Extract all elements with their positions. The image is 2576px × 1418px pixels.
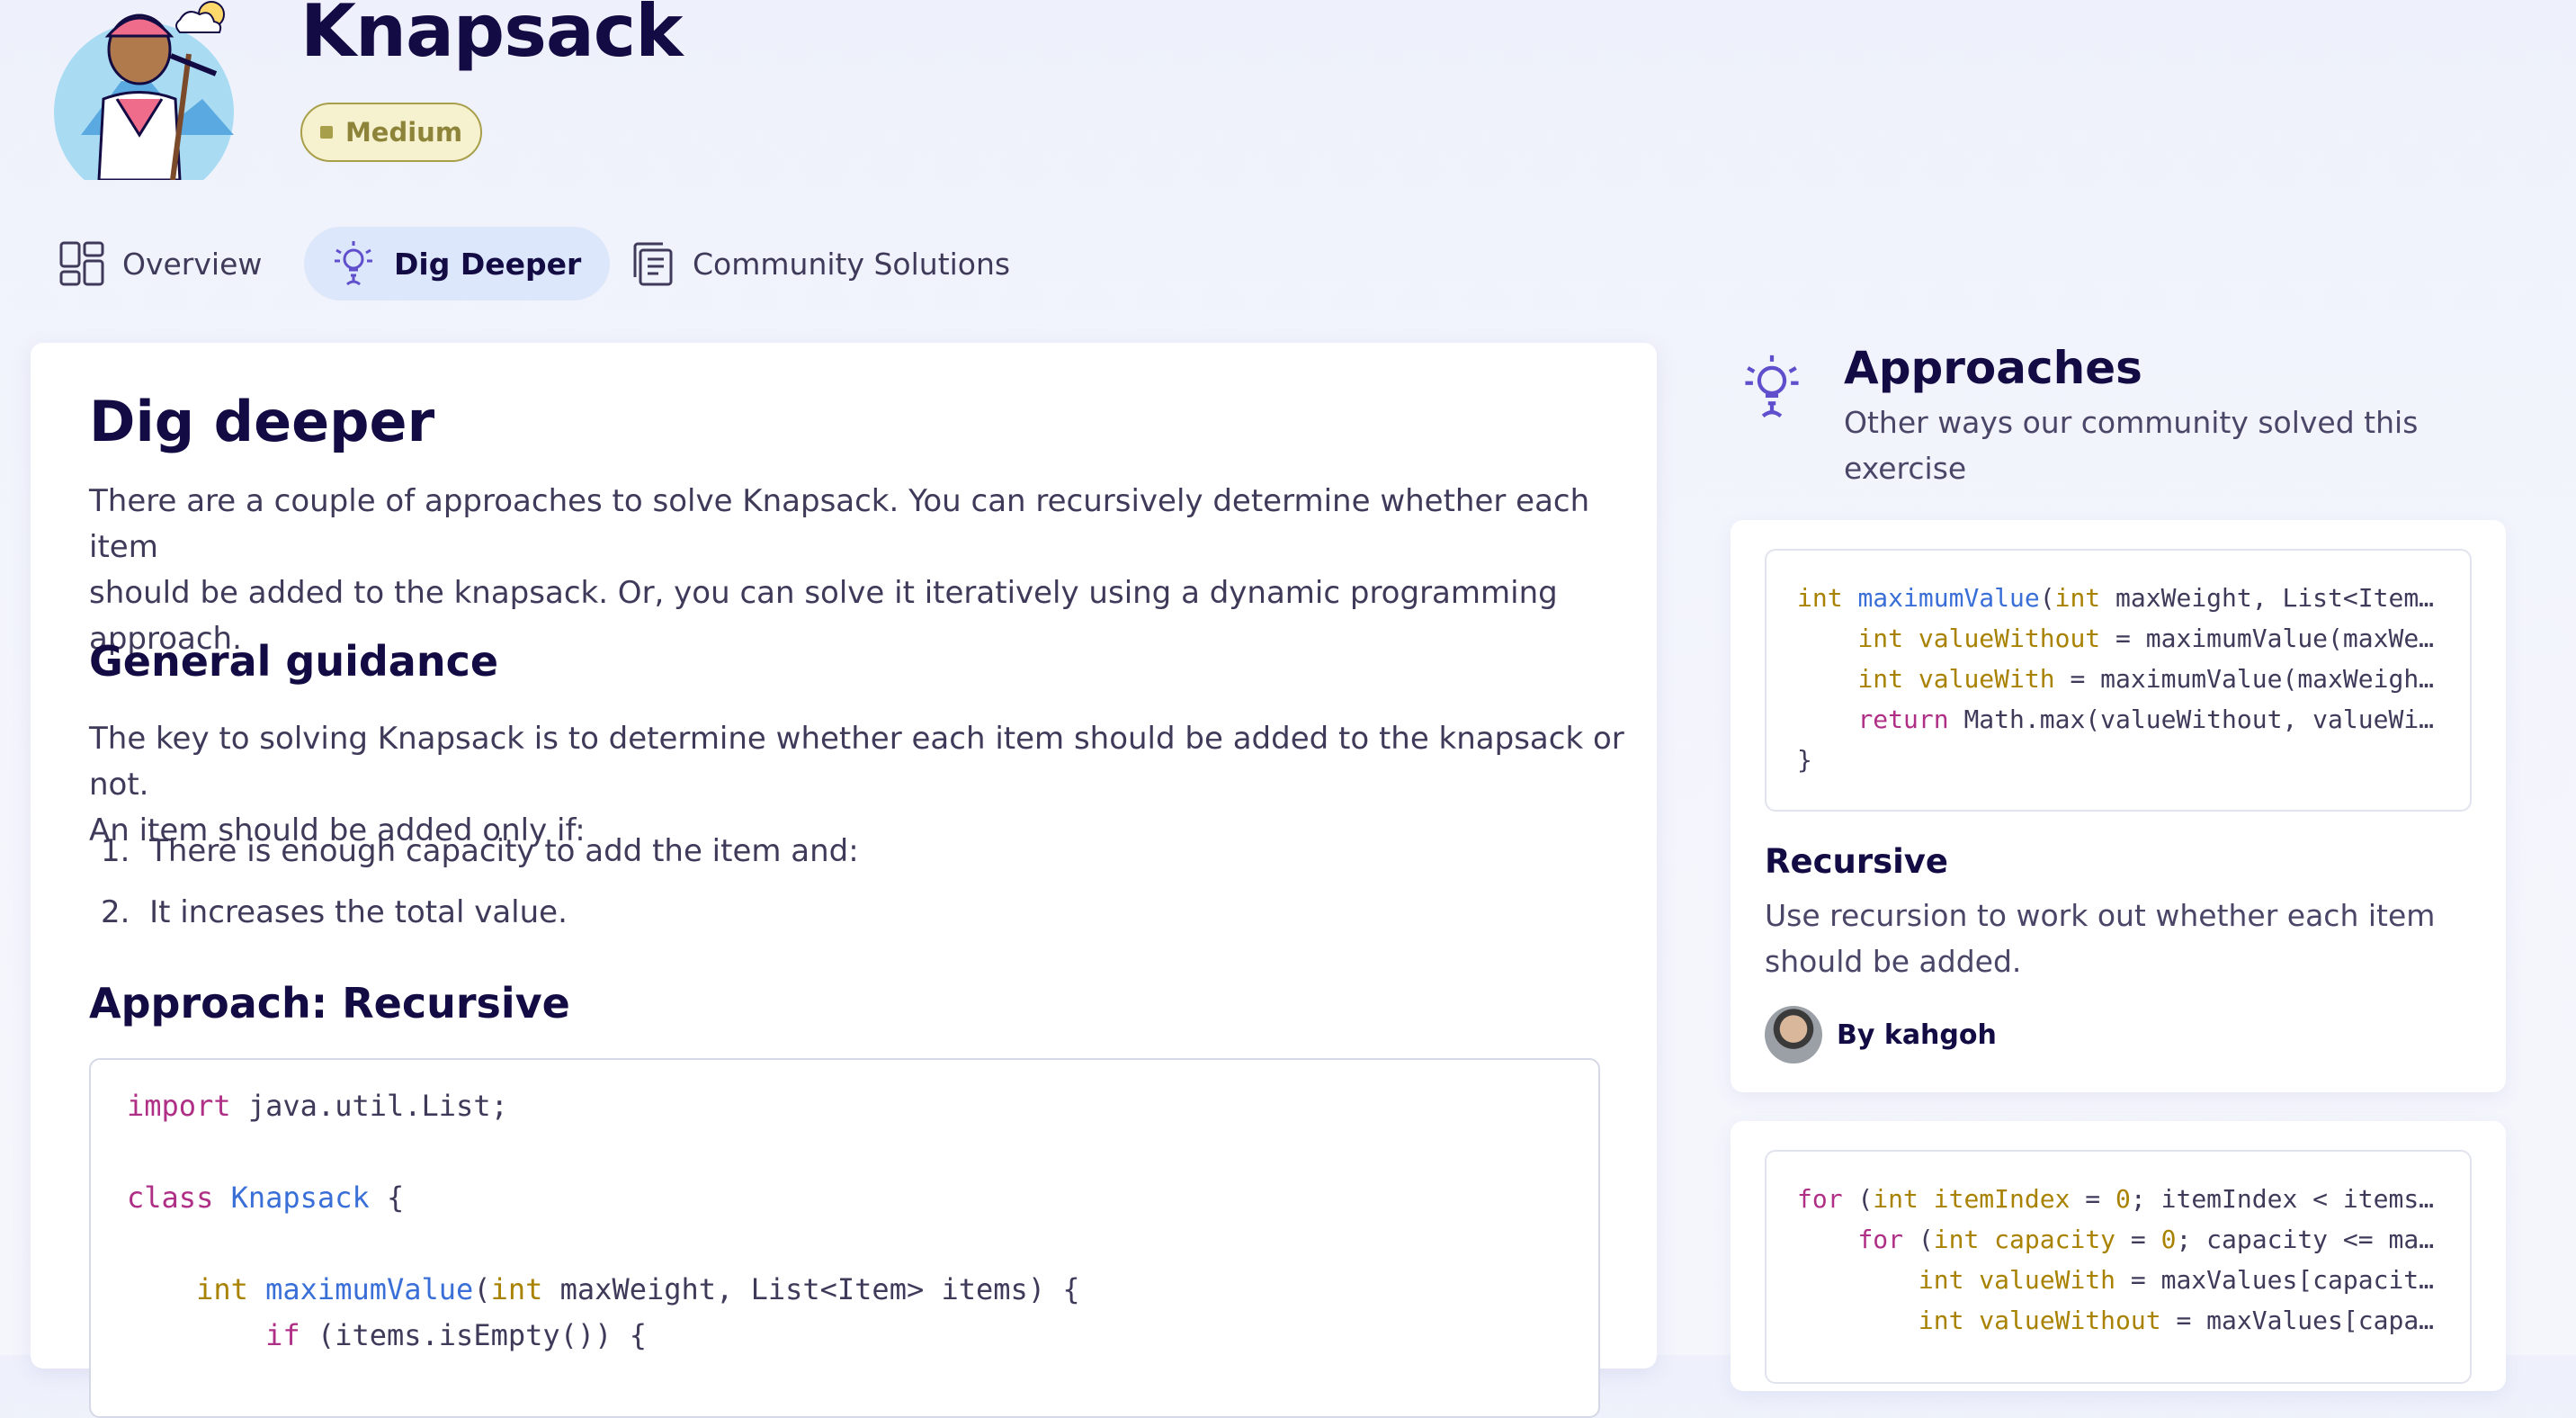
difficulty-badge: Medium	[300, 103, 482, 162]
tab-community-solutions[interactable]: Community Solutions	[628, 227, 1010, 301]
tab-dig-deeper[interactable]: Dig Deeper	[304, 227, 611, 301]
avatar	[1765, 1006, 1822, 1064]
approach-description: Use recursion to work out whether each i…	[1765, 893, 2448, 984]
approach-code-content: int maximumValue(int maxWeight, List<Ite…	[1797, 583, 2435, 775]
tab-overview[interactable]: Overview	[58, 227, 262, 301]
approach-code-content: for (int itemIndex = 0; itemIndex < item…	[1797, 1184, 2435, 1335]
difficulty-label: Medium	[344, 117, 463, 148]
intro-line: There are a couple of approaches to solv…	[89, 483, 1590, 565]
lightbulb-icon	[335, 241, 372, 286]
list-item: 2. It increases the total value.	[101, 894, 568, 930]
page-heading: Dig deeper	[89, 389, 435, 454]
intro-line: should be added to the knapsack. Or, you…	[89, 575, 1558, 611]
subtitle-line: exercise	[1844, 451, 1967, 486]
tab-overview-label: Overview	[122, 246, 263, 282]
approaches-title: Approaches	[1844, 342, 2142, 394]
code-content: import java.util.List; class Knapsack { …	[127, 1089, 1080, 1352]
desc-line: should be added.	[1765, 944, 2022, 979]
community-solutions-icon	[633, 242, 673, 286]
overview-icon	[59, 241, 104, 286]
tab-community-solutions-label: Community Solutions	[693, 246, 1011, 282]
list-item-text: It increases the total value.	[149, 894, 568, 930]
approaches-subtitle: Other ways our community solved this exe…	[1844, 399, 2455, 491]
approach-code-preview: for (int itemIndex = 0; itemIndex < item…	[1765, 1150, 2472, 1384]
list-item-text: There is enough capacity to add the item…	[149, 833, 859, 869]
approach-code-preview: int maximumValue(int maxWeight, List<Ite…	[1765, 549, 2472, 812]
approach-author: By kahgoh	[1765, 1006, 1997, 1064]
approach-heading: Approach: Recursive	[89, 979, 570, 1028]
exercise-title: Knapsack	[300, 0, 683, 73]
tab-dig-deeper-label: Dig Deeper	[394, 246, 582, 282]
intro-paragraph: There are a couple of approaches to solv…	[89, 479, 1618, 662]
general-guidance-heading: General guidance	[89, 637, 499, 686]
guidance-line: The key to solving Knapsack is to determ…	[89, 721, 1624, 803]
author-name: By kahgoh	[1837, 1019, 1997, 1051]
exercise-avatar-icon	[54, 1, 234, 180]
subtitle-line: Other ways our community solved this	[1844, 405, 2419, 440]
difficulty-square-icon	[319, 126, 333, 139]
desc-line: Use recursion to work out whether each i…	[1765, 898, 2436, 933]
list-item: 1. There is enough capacity to add the i…	[101, 833, 859, 869]
code-block[interactable]: import java.util.List; class Knapsack { …	[89, 1058, 1600, 1418]
approach-title: Recursive	[1765, 842, 1949, 881]
approaches-lightbulb-icon	[1745, 354, 1799, 418]
